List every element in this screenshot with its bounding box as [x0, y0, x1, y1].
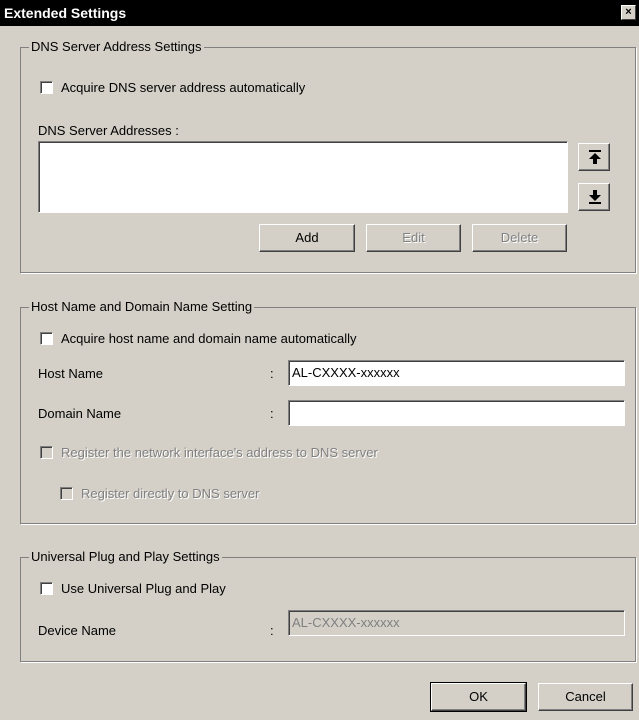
delete-button[interactable]: Delete [472, 224, 567, 252]
host-name-label: Host Name [38, 366, 104, 381]
ok-button[interactable]: OK [430, 682, 527, 712]
move-up-icon [589, 150, 601, 164]
dns-group-legend: DNS Server Address Settings [29, 39, 204, 54]
cancel-button[interactable]: Cancel [538, 683, 633, 711]
move-down-icon [589, 190, 601, 204]
title-bar: Extended Settings × [0, 0, 639, 26]
device-name-label: Device Name [38, 623, 117, 638]
register-dns-label: Register the network interface's address… [61, 445, 378, 460]
device-name-colon: : [270, 623, 274, 638]
upnp-checkbox[interactable] [40, 582, 53, 595]
domain-name-input[interactable] [288, 400, 625, 426]
device-name-input[interactable]: AL-CXXXX-xxxxxx [288, 610, 625, 636]
register-dns-checkbox[interactable] [40, 446, 53, 459]
close-button[interactable]: × [621, 5, 636, 20]
domain-name-label: Domain Name [38, 406, 122, 421]
register-direct-checkbox[interactable] [60, 487, 73, 500]
upnp-label: Use Universal Plug and Play [61, 581, 226, 596]
add-button[interactable]: Add [259, 224, 355, 252]
upnp-group-legend: Universal Plug and Play Settings [29, 549, 222, 564]
dns-addresses-label: DNS Server Addresses : [38, 123, 179, 138]
host-auto-checkbox[interactable] [40, 332, 53, 345]
window-title: Extended Settings [4, 5, 127, 21]
move-down-button[interactable] [578, 183, 610, 211]
register-direct-label: Register directly to DNS server [81, 486, 260, 501]
host-name-input[interactable]: AL-CXXXX-xxxxxx [288, 360, 625, 386]
host-auto-label: Acquire host name and domain name automa… [61, 331, 357, 346]
host-group-legend: Host Name and Domain Name Setting [29, 299, 255, 314]
close-icon: × [625, 6, 632, 18]
move-up-button[interactable] [578, 143, 610, 171]
dns-auto-label: Acquire DNS server address automatically [61, 80, 306, 95]
dns-auto-checkbox[interactable] [40, 81, 53, 94]
dns-address-list[interactable] [38, 141, 568, 213]
edit-button[interactable]: Edit [366, 224, 461, 252]
domain-name-colon: : [270, 406, 274, 421]
host-name-colon: : [270, 366, 274, 381]
